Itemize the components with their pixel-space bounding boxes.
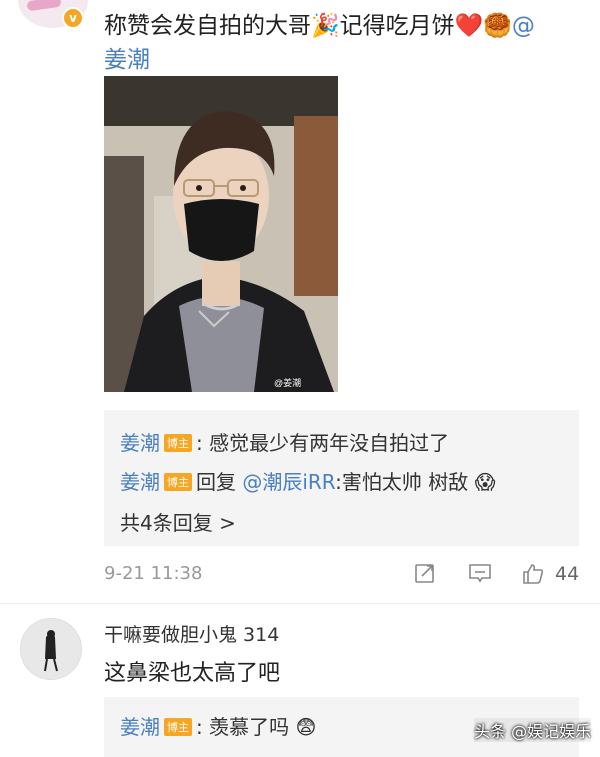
reply-username[interactable]: 姜潮 xyxy=(120,431,160,455)
comment-text: 这鼻梁也太高了吧 xyxy=(104,661,281,686)
reply-word: 回复 xyxy=(196,470,236,494)
photo-watermark: @姜潮 xyxy=(274,377,301,388)
reply-text: : 羡慕了吗 xyxy=(196,715,290,739)
more-replies-link[interactable]: 共4条回复 > xyxy=(120,507,236,536)
comment-time: 9-21 11:38 xyxy=(104,563,203,584)
fear-emoji-icon: 😨 xyxy=(295,715,317,739)
scream-emoji-icon: 😱 xyxy=(474,470,496,494)
reply-username[interactable]: 姜潮 xyxy=(120,715,160,739)
reply-username[interactable]: 姜潮 xyxy=(120,470,160,494)
share-icon[interactable] xyxy=(414,562,436,584)
author-badge: 博主 xyxy=(164,718,192,736)
reply-item: 姜潮 博主: 羡慕了吗 😨 xyxy=(120,711,316,740)
mention-link[interactable]: 姜潮 xyxy=(104,40,150,74)
like-count: 44 xyxy=(555,563,580,585)
comment-text: 称赞会发自拍的大哥🎉记得吃月饼❤️🥮@ xyxy=(104,13,535,39)
commenter-avatar[interactable] xyxy=(20,618,82,680)
comment-icon[interactable] xyxy=(468,562,491,584)
reply-item: 姜潮 博主 回复 @潮辰iRR:害怕太帅 树敌 😱 xyxy=(120,466,495,495)
divider xyxy=(0,603,600,604)
party-emoji-icon: 🎉 xyxy=(311,13,340,39)
reply-item: 姜潮 博主: 感觉最少有两年没自拍过了 xyxy=(120,427,449,456)
reply-list: 姜潮 博主: 感觉最少有两年没自拍过了 姜潮 博主 回复 @潮辰iRR:害怕太帅 树敌… xyxy=(104,410,579,546)
mention-link[interactable]: @潮辰iRR xyxy=(242,470,335,494)
author-badge: 博主 xyxy=(164,473,192,491)
reply-text: :害怕太帅 树敌 xyxy=(335,470,469,494)
mooncake-emoji-icon: 🥮 xyxy=(483,13,512,39)
reply-text: : 感觉最少有两年没自拍过了 xyxy=(196,431,450,455)
commenter-username[interactable]: 干嘛要做胆小鬼 314 xyxy=(104,620,279,647)
like-icon[interactable] xyxy=(521,562,544,584)
verified-badge-icon: v xyxy=(62,7,84,29)
heart-emoji-icon: ❤️ xyxy=(454,13,484,39)
source-watermark: 头条 @娱记娱乐 xyxy=(474,718,592,742)
author-badge: 博主 xyxy=(164,434,192,452)
selfie-photo[interactable]: @姜潮 xyxy=(104,76,338,392)
